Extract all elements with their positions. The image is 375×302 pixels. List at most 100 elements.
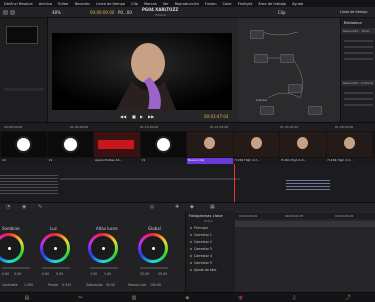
clip-thumb-person-3[interactable]	[280, 132, 326, 157]
clip-thumb-globe-1[interactable]	[1, 132, 47, 157]
offset-r[interactable]: 25.00	[158, 272, 167, 276]
clip-thumb-logo[interactable]	[94, 132, 140, 157]
fx-item[interactable]	[344, 92, 373, 94]
menu-item-ayuda[interactable]: Ayuda	[292, 2, 303, 6]
offset-handle[interactable]	[151, 246, 155, 250]
menu-item-archivo[interactable]: Archivo	[39, 2, 52, 6]
menu-item-fairlight[interactable]: Fairlight	[238, 2, 252, 6]
video-track-blocks[interactable]	[286, 178, 330, 190]
fx-item[interactable]	[344, 58, 373, 60]
gamma-handle[interactable]	[53, 246, 57, 250]
play-button[interactable]: ▶	[140, 114, 143, 119]
cut-page-icon[interactable]: ✂	[78, 295, 82, 301]
sat-value[interactable]: 50.00	[106, 283, 115, 287]
zoom-level[interactable]: 48%	[52, 10, 61, 15]
fusion-page-icon[interactable]: ◈	[185, 295, 189, 301]
lift-slider[interactable]	[2, 267, 30, 269]
layer-row[interactable]: Corrector 4	[190, 252, 235, 259]
clip-mode[interactable]: Clip	[278, 10, 286, 15]
fx-category-2[interactable]: ResolveFX - Imitació	[343, 81, 373, 85]
media-thumbnail[interactable]	[6, 26, 38, 44]
clip-thumb-person-4[interactable]	[326, 132, 372, 157]
node-03[interactable]	[280, 54, 294, 63]
lift-y[interactable]: 0.00	[2, 272, 9, 276]
prev-button[interactable]: ◀◀	[120, 114, 126, 119]
layer-row[interactable]: Corrector 1	[190, 231, 235, 238]
curves-icon[interactable]: ◔	[6, 204, 10, 210]
wheels-icon[interactable]: ◉	[22, 204, 26, 210]
gamma-slider[interactable]	[42, 267, 70, 269]
fx-item[interactable]	[344, 52, 373, 54]
layer-row[interactable]: Corrector 5	[190, 259, 235, 266]
pivot-value[interactable]: 0.435	[62, 283, 71, 287]
clip-thumb-globe-2[interactable]	[47, 132, 93, 157]
luts-icon[interactable]	[10, 10, 15, 15]
offset-slider[interactable]	[140, 267, 168, 269]
layer-row[interactable]: Ajuste de tam.	[190, 266, 235, 273]
playhead[interactable]	[234, 164, 235, 202]
layer-row[interactable]: Principal	[190, 224, 235, 231]
gallery-icon[interactable]	[3, 10, 8, 15]
layer-row[interactable]: Corrector 2	[190, 238, 235, 245]
menu-item-app[interactable]: DaVinci Resolve	[4, 2, 33, 6]
gamma-r[interactable]: 0.00	[56, 272, 63, 276]
clip-thumb-person-1[interactable]	[187, 132, 233, 157]
contrast-value[interactable]: 1.000	[24, 283, 33, 287]
keyframe-track[interactable]	[235, 221, 375, 227]
qualifier-icon[interactable]: ✎	[38, 204, 42, 210]
menu-item-editar[interactable]: Editar	[58, 2, 69, 6]
clip-thumb-person-2[interactable]	[233, 132, 279, 157]
node-04[interactable]	[288, 84, 302, 93]
audio-track-blocks[interactable]	[0, 174, 58, 194]
menu-item-ver[interactable]: Ver	[163, 2, 169, 6]
gain-slider[interactable]	[90, 267, 118, 269]
offset-y[interactable]: 25.00	[140, 272, 149, 276]
layer-row[interactable]: Corrector 3	[190, 245, 235, 252]
menu-item-workspace[interactable]: Área de trabajo	[258, 2, 286, 6]
media-page-icon[interactable]: ▤	[25, 295, 30, 301]
node-05[interactable]	[260, 106, 274, 115]
menu-item-timeline[interactable]: Línea de tiempo	[96, 2, 125, 6]
keyframes-filter[interactable]: Todos	[204, 219, 212, 223]
timeline-button[interactable]: Línea de tiempo	[340, 10, 367, 14]
node-editor[interactable]: Lumina	[238, 18, 340, 122]
deliver-page-icon[interactable]: ⤴	[345, 294, 350, 301]
lift-wheel[interactable]	[0, 233, 24, 263]
lift-r[interactable]: 0.00	[14, 272, 21, 276]
window-icon[interactable]: ◎	[150, 204, 154, 210]
keyframe-timeline[interactable]: 00:00:00:00 00:00:00:15 00:00:01:05	[235, 211, 375, 292]
fairlight-page-icon[interactable]: ♫	[292, 295, 296, 301]
menu-item-color[interactable]: Color	[223, 2, 232, 6]
keyframe-icon[interactable]: ◆	[190, 204, 194, 210]
scopes-icon[interactable]: ▦	[210, 204, 215, 210]
gain-handle[interactable]	[101, 246, 105, 250]
menu-item-marcas[interactable]: Marcas	[144, 2, 157, 6]
next-button[interactable]: ▶▶	[148, 114, 154, 119]
lift-handle[interactable]	[7, 246, 11, 250]
node-02[interactable]	[254, 54, 268, 63]
clip-thumb-globe-3[interactable]	[140, 132, 186, 157]
tracker-icon[interactable]: ✚	[175, 204, 179, 210]
media-divider	[4, 88, 44, 91]
video-viewer[interactable]	[52, 33, 232, 110]
gain-y[interactable]: 1.00	[90, 272, 97, 276]
lum-value[interactable]: 100.00	[150, 283, 161, 287]
menu-item-clip[interactable]: Clip	[131, 2, 138, 6]
edit-page-icon[interactable]: ▥	[132, 295, 137, 301]
timeline-ruler[interactable]: 00:00:00:00 01:04:00:00 01:10:00:00 01:2…	[0, 122, 375, 131]
gain-r[interactable]: 1.00	[104, 272, 111, 276]
node-01[interactable]	[250, 30, 264, 39]
fx-item[interactable]	[344, 46, 373, 48]
stop-button[interactable]: ■	[132, 114, 136, 119]
menu-item-reproduccion[interactable]: Reproducción	[175, 2, 199, 6]
fx-category-1[interactable]: ResolveFX - Temp	[343, 29, 369, 33]
mini-timeline[interactable]	[0, 164, 375, 202]
gamma-y[interactable]: 0.00	[42, 272, 49, 276]
fx-item[interactable]	[344, 104, 373, 106]
color-page-icon[interactable]: ◍	[238, 295, 242, 301]
fx-item[interactable]	[344, 98, 373, 100]
node-06[interactable]	[308, 106, 322, 115]
menu-item-recortar[interactable]: Recortar	[75, 2, 90, 6]
fx-item[interactable]	[344, 40, 373, 42]
menu-item-fusion[interactable]: Fusion	[205, 2, 217, 6]
